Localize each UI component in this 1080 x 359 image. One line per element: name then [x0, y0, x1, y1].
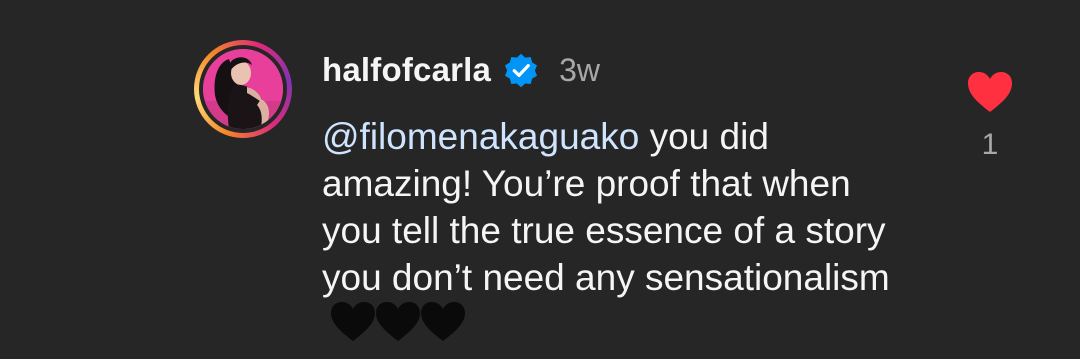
- verified-badge-icon: [505, 53, 538, 88]
- black-heart-emoji: [331, 302, 375, 341]
- avatar[interactable]: [203, 49, 283, 129]
- heart-icon[interactable]: [966, 70, 1014, 114]
- like-count[interactable]: 1: [966, 128, 1014, 162]
- mention-link[interactable]: @filomenakaguako: [322, 116, 639, 157]
- black-heart-emoji: [421, 302, 465, 341]
- comment-timestamp: 3w: [559, 51, 600, 88]
- emoji-group: [330, 301, 465, 343]
- black-heart-emoji: [376, 302, 420, 341]
- comment-header: halfofcarla 3w: [322, 48, 600, 92]
- avatar-ring-gap: [199, 45, 287, 133]
- username[interactable]: halfofcarla: [322, 51, 491, 89]
- avatar-photo: [203, 49, 283, 129]
- comment-body: @filomenakaguako you did amazing! You’re…: [322, 113, 912, 348]
- avatar-story-ring[interactable]: [194, 40, 292, 138]
